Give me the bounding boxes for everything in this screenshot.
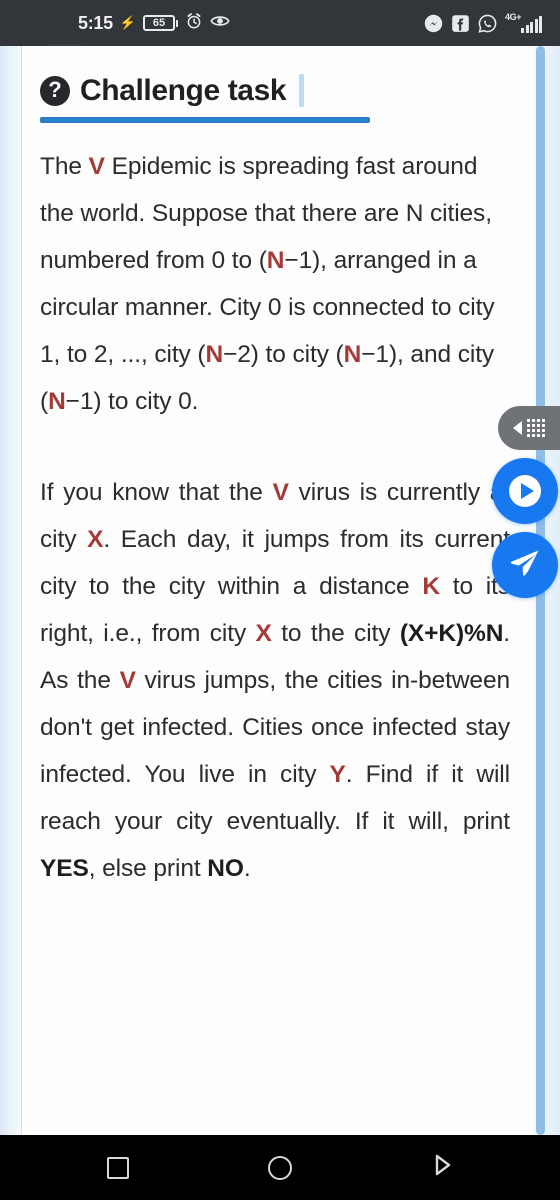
p1-seg-4: −2) to city (	[223, 341, 344, 368]
battery-level-label: 65	[152, 16, 166, 29]
battery-body: 65	[143, 15, 176, 31]
whatsapp-icon	[477, 13, 498, 34]
circle-home-icon	[268, 1155, 292, 1180]
p2-answer-yes: YES	[40, 855, 89, 882]
p1-seg-6: −1) to city 0.	[65, 388, 199, 415]
title-underline	[40, 117, 370, 123]
problem-paragraph-2: If you know that the V virus is currentl…	[34, 469, 518, 892]
p2-var-x-1: X	[87, 526, 104, 553]
p2-var-v-1: V	[272, 479, 289, 506]
floating-action-buttons	[490, 406, 560, 598]
status-bar: 5:15 ⚡ 65 4G+	[0, 0, 560, 46]
battery-cap	[176, 19, 179, 27]
network-type-label: 4G+	[505, 12, 522, 22]
p2-var-y-1: Y	[329, 761, 346, 788]
alarm-clock-icon	[185, 12, 203, 35]
p2-seg-5: to the city	[271, 620, 400, 647]
status-bar-right: 4G+	[423, 12, 542, 34]
p2-seg-1: If you know that the	[40, 479, 273, 506]
status-clock: 5:15	[78, 12, 113, 33]
p2-var-v-2: V	[119, 667, 136, 694]
square-recents-icon	[107, 1156, 129, 1179]
play-circle-icon	[509, 475, 541, 507]
text-caret	[299, 74, 305, 107]
question-mark-circle-icon: ?	[40, 75, 70, 106]
p2-var-x-2: X	[255, 620, 272, 647]
p1-seg-1: The	[40, 153, 89, 180]
play-triangle-icon	[520, 483, 534, 499]
send-submit-button[interactable]	[492, 532, 558, 598]
p1-var-n-4: N	[48, 388, 66, 415]
left-arrow-icon	[512, 421, 522, 435]
p1-var-n-3: N	[343, 341, 362, 368]
battery-icon: 65	[143, 15, 179, 31]
grid-dots-icon	[526, 418, 546, 438]
bolt-icon: ⚡	[119, 14, 137, 30]
play-video-button[interactable]	[492, 458, 558, 524]
page-title-row: ? Challenge task	[34, 74, 518, 107]
page-title: Challenge task	[80, 73, 287, 107]
problem-paragraph-1: The V Epidemic is spreading fast around …	[34, 143, 518, 425]
home-button[interactable]	[258, 1146, 302, 1190]
phone-screen: 5:15 ⚡ 65 4G+ ? Challenge task The V Epi…	[0, 0, 560, 1200]
p2-seg-9: , else print	[88, 855, 208, 882]
eye-icon	[210, 12, 230, 35]
facebook-icon	[450, 13, 471, 34]
status-bar-left: 5:15 ⚡ 65	[78, 12, 230, 35]
p2-seg-10: .	[243, 855, 251, 882]
android-nav-bar	[0, 1135, 560, 1200]
collapse-grid-toolbar[interactable]	[498, 406, 560, 450]
triangle-back-icon	[429, 1152, 455, 1183]
recents-button[interactable]	[96, 1146, 140, 1190]
messenger-icon	[423, 13, 444, 34]
back-button[interactable]	[420, 1146, 464, 1190]
p1-var-n-1: N	[266, 247, 285, 274]
send-paper-plane-icon	[508, 546, 542, 585]
p1-var-v-1: V	[88, 153, 105, 180]
network-signal-indicator: 4G+	[505, 12, 542, 33]
browser-page: ? Challenge task The V Epidemic is sprea…	[0, 46, 560, 1135]
signal-bars-icon	[521, 16, 542, 33]
p2-var-k-1: K	[422, 573, 440, 600]
p2-answer-no: NO	[207, 855, 244, 882]
left-edge-rail	[0, 46, 22, 1135]
problem-content: ? Challenge task The V Epidemic is sprea…	[22, 46, 530, 1135]
p1-var-n-2: N	[205, 341, 224, 368]
p2-formula: (X+K)%N	[399, 620, 504, 647]
